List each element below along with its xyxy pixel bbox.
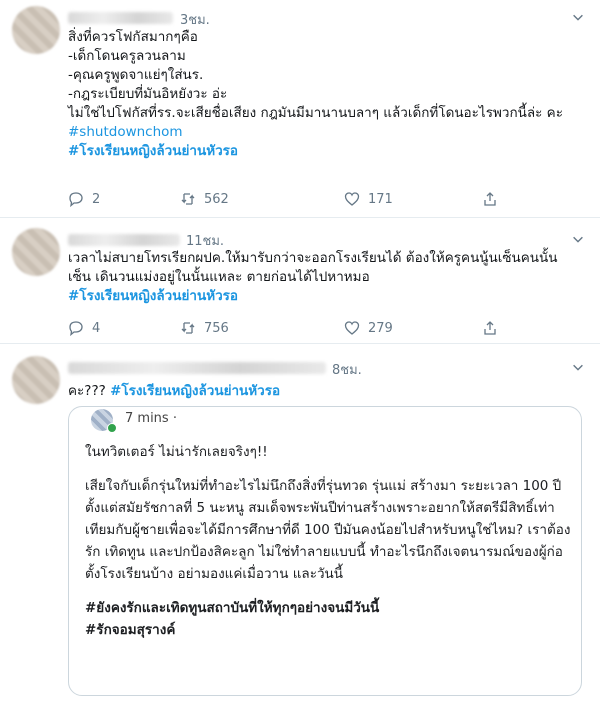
reply-count: 4 (92, 320, 101, 336)
tweet-actions: 2 562 171 (68, 191, 548, 211)
chevron-down-icon[interactable] (570, 10, 586, 26)
reply-button[interactable]: 4 (68, 320, 100, 336)
retweet-button[interactable]: 562 (180, 191, 229, 207)
share-icon (484, 321, 496, 335)
avatar[interactable] (12, 6, 60, 54)
author-name[interactable] (68, 362, 326, 374)
post-paragraph: เสียใจกับเด็กรุ่นใหม่ที่ทำอะไรไม่นึกถึงส… (85, 478, 571, 582)
author-name[interactable] (68, 234, 180, 246)
hashtag-link[interactable]: #โรงเรียนหญิงล้วนย่านหัวรอ (68, 142, 578, 161)
tweet-text: คะ??? #โรงเรียนหญิงล้วนย่านหัวรอ (68, 382, 578, 401)
tweet[interactable]: 3ชม. สิ่งที่ควรโฟกัสมากๆคือ -เด็กโดนครูล… (0, 0, 600, 218)
retweet-count: 756 (204, 320, 229, 336)
like-count: 171 (368, 191, 393, 207)
tweet-line: -เด็กโดนครูลวนลาม (68, 48, 186, 64)
tweet-line: -คุณครูพูดจาแย่ๆใส่นร. (68, 67, 204, 83)
tweet-line: เวลาไม่สบายโทรเรียกผปค.ให้มารับกว่าจะออก… (68, 250, 558, 285)
post-hashtag: #รักจอมสุรางค์ (85, 622, 176, 638)
retweet-icon (181, 193, 195, 205)
hashtag-link[interactable]: #โรงเรียนหญิงล้วนย่านหัวรอ (110, 383, 280, 399)
share-icon (484, 192, 496, 206)
like-button[interactable]: 171 (344, 191, 393, 207)
tweet-time[interactable]: 8ชม. (332, 359, 362, 380)
online-status-dot (107, 423, 117, 433)
retweet-button[interactable]: 756 (180, 320, 229, 336)
avatar[interactable] (12, 356, 60, 404)
tweet-line: -กฎระเบียบที่มันอิหยังวะ อ่ะ (68, 86, 228, 102)
embedded-image[interactable]: 7 mins · ในทวิตเตอร์ ไม่น่ารักเลยจริงๆ!!… (68, 406, 582, 696)
like-count: 279 (368, 320, 393, 336)
post-paragraph: ในทวิตเตอร์ ไม่น่ารักเลยจริงๆ!! (85, 444, 268, 460)
reply-icon (69, 321, 83, 336)
share-button[interactable] (482, 320, 498, 336)
hashtag-link[interactable]: #shutdownchom (68, 123, 578, 142)
heart-icon (344, 321, 360, 335)
retweet-icon (181, 322, 195, 334)
tweet[interactable]: 11ชม. เวลาไม่สบายโทรเรียกผปค.ให้มารับกว่… (0, 218, 600, 344)
chevron-down-icon[interactable] (570, 232, 586, 248)
share-button[interactable] (482, 191, 498, 207)
retweet-count: 562 (204, 191, 229, 207)
like-button[interactable]: 279 (344, 320, 393, 336)
tweet-time[interactable]: 3ชม. (180, 9, 210, 30)
tweet-line: ไม่ใช่ไปโฟกัสที่รร.จะเสียชื่อเสียง กฎมัน… (68, 105, 563, 121)
tweet-text: เวลาไม่สบายโทรเรียกผปค.ให้มารับกว่าจะออก… (68, 249, 578, 306)
post-hashtag: #ยังคงรักและเทิดทูนสถาบันที่ให้ทุกๆอย่าง… (85, 600, 380, 616)
tweet-text: สิ่งที่ควรโฟกัสมากๆคือ -เด็กโดนครูลวนลาม… (68, 28, 578, 161)
author-name[interactable] (68, 12, 173, 24)
tweet-actions: 4 756 279 (68, 320, 548, 340)
post-text: ในทวิตเตอร์ ไม่น่ารักเลยจริงๆ!! เสียใจกั… (85, 441, 575, 641)
avatar[interactable] (12, 228, 60, 276)
reply-icon (69, 192, 83, 207)
tweet-line: คะ??? (68, 383, 106, 399)
tweet-line: สิ่งที่ควรโฟกัสมากๆคือ (68, 29, 198, 45)
reply-count: 2 (92, 191, 101, 207)
heart-icon (344, 192, 360, 206)
chevron-down-icon[interactable] (570, 360, 586, 376)
hashtag-link[interactable]: #โรงเรียนหญิงล้วนย่านหัวรอ (68, 287, 578, 306)
post-time: 7 mins · (125, 411, 177, 426)
reply-button[interactable]: 2 (68, 191, 100, 207)
tweet-time[interactable]: 11ชม. (186, 230, 224, 251)
